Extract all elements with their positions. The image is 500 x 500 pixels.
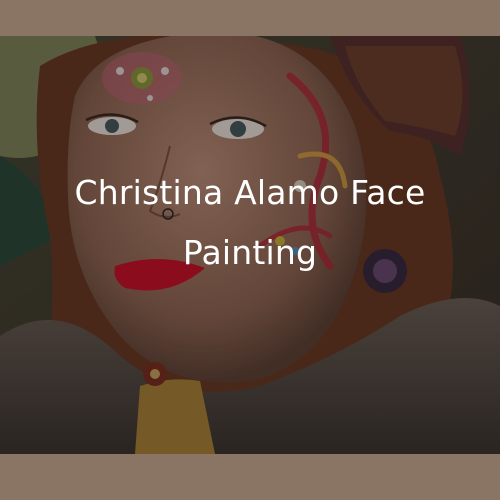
caption-title: Christina Alamo Face Painting: [0, 163, 500, 283]
caption-line-1: Christina Alamo Face: [74, 173, 426, 212]
caption-line-2: Painting: [182, 233, 318, 272]
image-frame: Christina Alamo Face Painting: [0, 0, 500, 500]
